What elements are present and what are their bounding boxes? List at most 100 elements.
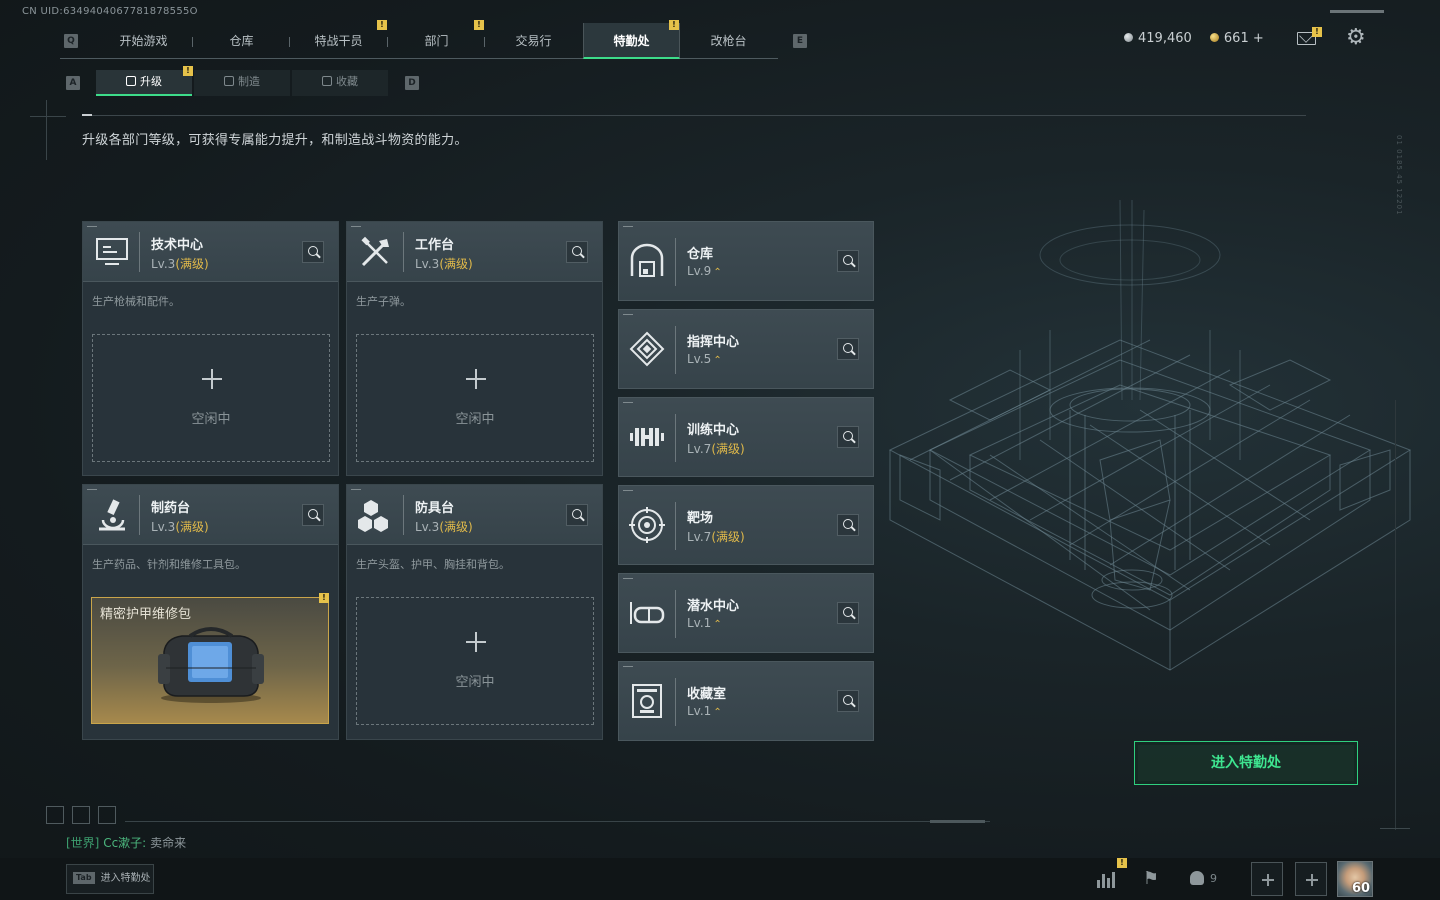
chat-tab-team[interactable]: [72, 806, 90, 824]
facility-level: Lv.1 ⌃: [687, 704, 722, 718]
page-description: 升级各部门等级，可获得专属能力提升，和制造战斗物资的能力。: [82, 133, 468, 148]
facility-card-training-center[interactable]: 训练中心 Lv.7(满级): [618, 397, 874, 477]
decorative-line: [46, 100, 47, 160]
command-icon: [629, 331, 665, 367]
max-level-tag: (满级): [175, 257, 209, 271]
level-value: Lv.3: [415, 257, 440, 271]
tab-gunsmith[interactable]: 改枪台: [680, 23, 777, 59]
header-divider: [139, 495, 140, 535]
main-nav: Q 开始游戏 仓库 特战干员 ! 部门 ! 交易行 特勤处 ! 改枪台 E: [60, 20, 807, 59]
facility-card-shooting-range[interactable]: 靶场 Lv.7(满级): [618, 485, 874, 565]
facility-card-command-center[interactable]: 指挥中心 Lv.5 ⌃: [618, 309, 874, 389]
facility-name: 仓库: [687, 247, 714, 262]
idle-label: 空闲中: [191, 412, 231, 427]
station-description: 生产药品、针剂和维修工具包。: [92, 558, 246, 571]
tab-trading[interactable]: 交易行: [485, 23, 582, 59]
station-card-workbench[interactable]: 工作台 Lv.3(满级) 生产子弹。 空闲中: [346, 221, 603, 476]
station-level: Lv.3(满级): [151, 518, 209, 535]
chat-divider: [125, 821, 990, 822]
subtab-upgrade[interactable]: 升级: [96, 70, 192, 96]
chat-sender[interactable]: Cc漱子:: [103, 836, 146, 850]
production-slot[interactable]: 空闲中: [92, 334, 330, 462]
corner-tick: [623, 314, 633, 315]
chat-message[interactable]: [世界] Cc漱子: 卖命来: [66, 834, 186, 851]
production-slot[interactable]: 空闲中: [356, 597, 594, 725]
flag-icon[interactable]: ⚑: [1132, 860, 1170, 898]
description-divider-accent: [82, 114, 92, 116]
station-level: Lv.3(满级): [415, 255, 473, 272]
max-level-tag: (满级): [711, 530, 745, 544]
station-level: Lv.3(满级): [151, 255, 209, 272]
search-button[interactable]: [837, 690, 859, 712]
description-divider: [82, 115, 1306, 116]
facility-card-warehouse[interactable]: 仓库 Lv.9 ⌃: [618, 221, 874, 301]
add-teammate-slot[interactable]: [1295, 862, 1327, 896]
target-icon: [629, 507, 665, 543]
subnav-right-key-hint: D: [405, 76, 419, 90]
level-value: Lv.3: [151, 257, 176, 271]
tab-operators[interactable]: 特战干员: [290, 23, 387, 59]
tab-special-ops[interactable]: 特勤处: [583, 23, 680, 59]
plus-icon: [466, 369, 486, 389]
enter-special-ops-button[interactable]: 进入特勤处: [1134, 741, 1358, 785]
microscope-icon: [99, 499, 125, 531]
station-card-pharmacy[interactable]: 制药台 Lv.3(满级) 生产药品、针剂和维修工具包。 精密护甲维修包 !: [82, 484, 339, 740]
facility-card-collection-room[interactable]: 收藏室 Lv.1 ⌃: [618, 661, 874, 741]
header-divider: [675, 414, 676, 462]
decorative-line: [30, 116, 66, 117]
chat-tab-all[interactable]: [46, 806, 64, 824]
tab-shortcut-hint[interactable]: Tab 进入特勤处: [66, 864, 154, 894]
tab-start-game[interactable]: 开始游戏: [95, 23, 192, 59]
corner-tick: [623, 402, 633, 403]
station-card-armor-bench[interactable]: 防具台 Lv.3(满级) 生产头盔、护甲、胸挂和背包。 空闲中: [346, 484, 603, 740]
upgrade-available-icon: ⌃: [713, 355, 722, 366]
search-button[interactable]: [837, 338, 859, 360]
header-divider: [675, 238, 676, 286]
level-value: Lv.7: [687, 442, 712, 456]
production-item-slot[interactable]: 精密护甲维修包: [91, 597, 329, 724]
stats-alert-badge: !: [1117, 858, 1127, 868]
decorative-line: [1380, 828, 1410, 829]
facility-name: 训练中心: [687, 423, 740, 438]
search-button[interactable]: [302, 504, 324, 526]
tab-department[interactable]: 部门: [388, 23, 485, 59]
dumbbell-icon: [630, 428, 664, 446]
subtab-collection[interactable]: 收藏: [292, 70, 388, 96]
search-button[interactable]: [837, 250, 859, 272]
tab-warehouse[interactable]: 仓库: [193, 23, 290, 59]
idle-label: 空闲中: [455, 412, 495, 427]
gear-icon[interactable]: ⚙: [1346, 27, 1366, 49]
tools-icon: [361, 236, 389, 267]
search-button[interactable]: [837, 602, 859, 624]
search-button[interactable]: [566, 504, 588, 526]
station-name: 制药台: [151, 501, 191, 516]
facility-name: 靶场: [687, 511, 714, 526]
search-button[interactable]: [837, 514, 859, 536]
decorative-line: [1395, 400, 1396, 830]
warehouse-icon: [630, 243, 664, 277]
subtab-craft[interactable]: 制造: [194, 70, 290, 96]
facility-level: Lv.7(满级): [687, 528, 745, 545]
subtab-upgrade-label: 升级: [140, 75, 162, 88]
station-card-tech-center[interactable]: 技术中心 Lv.3(满级) 生产枪械和配件。 空闲中: [82, 221, 339, 476]
decorative-line: [1330, 10, 1384, 13]
add-teammate-slot[interactable]: [1251, 862, 1283, 896]
gold-amount[interactable]: 661 +: [1224, 31, 1264, 46]
plus-icon: [202, 369, 222, 389]
production-slot[interactable]: 空闲中: [356, 334, 594, 462]
armor-repair-kit-image: [158, 627, 264, 703]
max-level-tag: (满级): [175, 520, 209, 534]
search-button[interactable]: [302, 241, 324, 263]
friends-button[interactable]: 9: [1190, 860, 1217, 898]
level-value: Lv.1: [687, 616, 712, 630]
nav-right-key-hint: E: [793, 34, 807, 48]
station-card-header: 制药台 Lv.3(满级): [83, 485, 338, 545]
facility-level: Lv.9 ⌃: [687, 264, 722, 278]
header-divider: [139, 232, 140, 272]
idle-label: 空闲中: [455, 675, 495, 690]
chat-tab-private[interactable]: [98, 806, 116, 824]
facility-card-diving-center[interactable]: 潜水中心 Lv.1 ⌃: [618, 573, 874, 653]
search-button[interactable]: [837, 426, 859, 448]
search-button[interactable]: [566, 241, 588, 263]
upgrade-available-icon: ⌃: [713, 707, 722, 718]
